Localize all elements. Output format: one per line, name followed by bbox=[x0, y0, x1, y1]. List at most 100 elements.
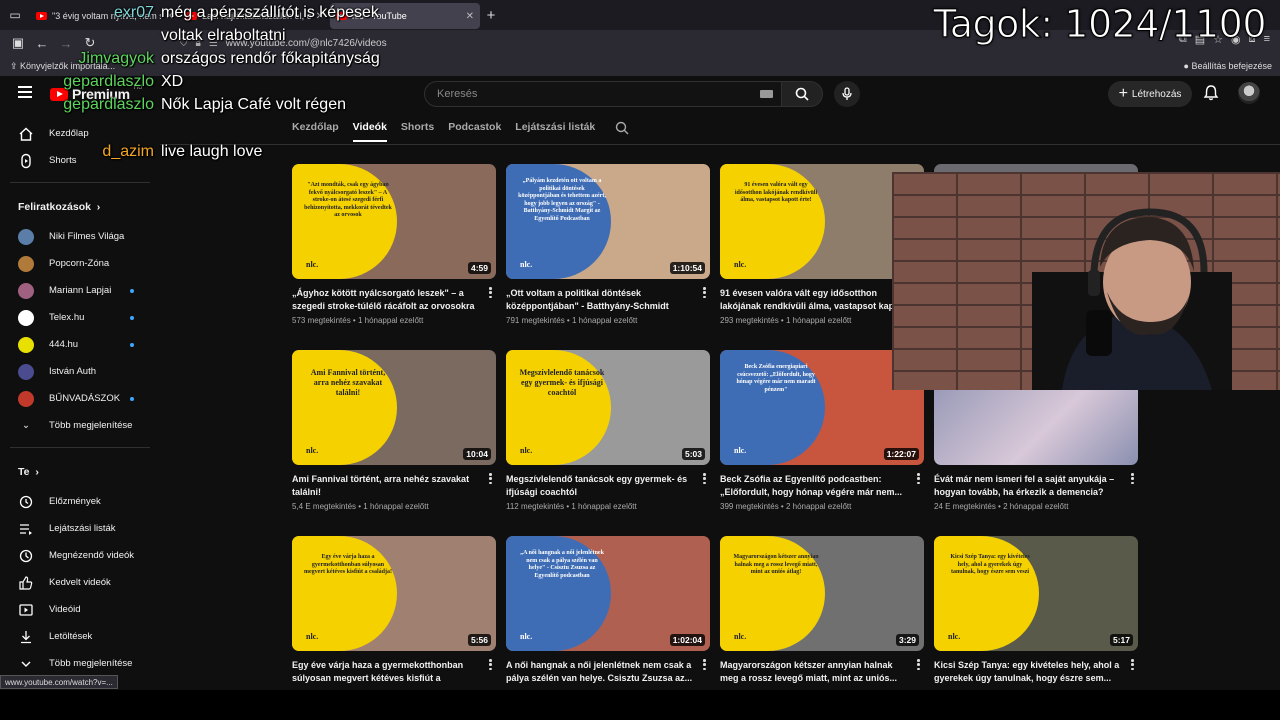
chat-username: Jimvagyok bbox=[78, 50, 154, 67]
sidebar-subscription-item[interactable]: Telex.hu bbox=[0, 304, 160, 331]
sidebar-subscription-item[interactable]: 444.hu bbox=[0, 331, 160, 358]
channel-tabs: Kezdőlap Videók Shorts Podcastok Lejátszási … bbox=[292, 121, 609, 142]
video-card[interactable]: „A női hangnak a női jelenlétnek nem csa… bbox=[506, 536, 710, 688]
sidebar-item-label: Több megjelenítése bbox=[49, 420, 133, 431]
account-avatar[interactable] bbox=[1238, 82, 1260, 104]
sidebar-item-label: Niki Filmes Világa bbox=[49, 231, 125, 242]
channel-tab[interactable]: Podcastok bbox=[448, 121, 501, 142]
notifications-bell-icon[interactable] bbox=[1202, 84, 1220, 102]
nlc-logo: nlc. bbox=[734, 260, 747, 269]
thumbnail-caption: 91 évesen valóra vált egy idősotthon lak… bbox=[734, 182, 818, 203]
video-title[interactable]: „Ott voltam a politikai döntések középpo… bbox=[506, 287, 694, 312]
video-thumbnail[interactable]: „A női hangnak a női jelenlétnek nem csa… bbox=[506, 536, 710, 651]
create-button[interactable]: + Létrehozás bbox=[1108, 81, 1192, 107]
more-options-icon[interactable] bbox=[703, 659, 706, 670]
upload-age: 2 hónappal ezelőtt bbox=[785, 502, 852, 511]
video-thumbnail[interactable]: Megszívlelendő tanácsok egy gyermek- és … bbox=[506, 350, 710, 465]
upload-age: 2 hónappal ezelőtt bbox=[1003, 502, 1069, 511]
video-card[interactable]: Megszívlelendő tanácsok egy gyermek- és … bbox=[506, 350, 710, 511]
thumbnail-caption: Megszívlelendő tanácsok egy gyermek- és … bbox=[519, 368, 605, 397]
sidebar-subscription-item[interactable]: BŰNVADÁSZOK bbox=[0, 385, 160, 412]
sidebar-subscription-item[interactable]: Popcorn-Zóna bbox=[0, 250, 160, 277]
channel-avatar bbox=[18, 309, 34, 326]
sidebar-item-label: István Auth bbox=[49, 366, 97, 377]
history-icon bbox=[18, 494, 34, 510]
video-duration: 5:03 bbox=[681, 448, 705, 460]
thumbnail-caption: Ami Fannival történt, arra nehéz szavaka… bbox=[310, 368, 386, 397]
more-options-icon[interactable] bbox=[703, 287, 706, 298]
channel-search-icon[interactable] bbox=[615, 121, 629, 135]
video-card[interactable]: "Azt mondták, csak egy ágyban fekvő nyál… bbox=[292, 164, 496, 325]
video-card[interactable]: Egy éve várja haza a gyermekotthonban sú… bbox=[292, 536, 496, 688]
chat-text: Nők Lapja Café volt régen bbox=[161, 96, 346, 113]
channel-tab[interactable]: Shorts bbox=[401, 121, 434, 142]
video-title[interactable]: „Ágyhoz kötött nyálcsorgató leszek" – a … bbox=[292, 287, 480, 312]
you-heading[interactable]: Te › bbox=[0, 456, 160, 488]
video-meta: 5,4 E megtekintés • 1 hónappal ezelőtt bbox=[292, 502, 496, 511]
channel-tab[interactable]: Kezdőlap bbox=[292, 121, 339, 142]
thumbnail-caption: "Azt mondták, csak egy ágyban fekvő nyál… bbox=[304, 182, 392, 218]
video-card[interactable]: Kicsi Szép Tanya: egy kivételes hely, ah… bbox=[934, 536, 1138, 688]
channel-tab[interactable]: Videók bbox=[352, 121, 387, 142]
like-icon bbox=[18, 575, 34, 591]
sidebar-item-playlists[interactable]: Lejátszási listák bbox=[0, 515, 160, 542]
playlists-icon bbox=[18, 521, 34, 537]
more-options-icon[interactable] bbox=[917, 659, 920, 670]
video-title[interactable]: Magyarországon kétszer annyian halnak me… bbox=[720, 659, 908, 684]
sidebar-item-chevron-down[interactable]: Több megjelenítése bbox=[0, 650, 160, 677]
status-bar-url: www.youtube.com/watch?v=... bbox=[0, 675, 118, 689]
search-button[interactable] bbox=[781, 81, 823, 107]
chat-username: gepardlaszlo bbox=[63, 96, 154, 113]
sidebar-subscription-item[interactable]: Niki Filmes Világa bbox=[0, 223, 160, 250]
video-title[interactable]: Egy éve várja haza a gyermekotthonban sú… bbox=[292, 659, 480, 684]
video-title[interactable]: 91 évesen valóra vált egy idősotthon lak… bbox=[720, 287, 908, 312]
sidebar-item-your-videos[interactable]: Videóid bbox=[0, 596, 160, 623]
keyboard-icon[interactable] bbox=[760, 90, 773, 98]
create-label: Létrehozás bbox=[1131, 88, 1182, 100]
video-title[interactable]: Megszívlelendő tanácsok egy gyermek- és … bbox=[506, 473, 694, 498]
more-options-icon[interactable] bbox=[703, 473, 706, 484]
more-options-icon[interactable] bbox=[489, 287, 492, 298]
more-options-icon[interactable] bbox=[917, 473, 920, 484]
more-options-icon[interactable] bbox=[1131, 473, 1134, 484]
more-options-icon[interactable] bbox=[1131, 659, 1134, 670]
upload-age: 1 hónappal ezelőtt bbox=[571, 502, 637, 511]
channel-tab[interactable]: Lejátszási listák bbox=[515, 121, 595, 142]
sidebar-item-history[interactable]: Előzmények bbox=[0, 488, 160, 515]
video-card[interactable]: Magyarországon kétszer annyian halnak me… bbox=[720, 536, 924, 688]
sidebar-item-label: BŰNVADÁSZOK bbox=[49, 393, 121, 404]
video-card[interactable]: „Pályám kezdetén ott voltam a politikai … bbox=[506, 164, 710, 325]
video-thumbnail[interactable]: Kicsi Szép Tanya: egy kivételes hely, ah… bbox=[934, 536, 1138, 651]
sidebar-subscription-item[interactable]: István Auth bbox=[0, 358, 160, 385]
sidebar-item-downloads[interactable]: Letöltések bbox=[0, 623, 160, 650]
channel-avatar bbox=[18, 282, 34, 299]
video-title[interactable]: A női hangnak a női jelenlétnek nem csak… bbox=[506, 659, 694, 684]
sidebar-item-label: Videóid bbox=[49, 604, 81, 615]
more-options-icon[interactable] bbox=[489, 659, 492, 670]
sidebar-item-like[interactable]: Kedvelt videók bbox=[0, 569, 160, 596]
meta-separator: • bbox=[350, 316, 358, 325]
video-duration: 1:22:07 bbox=[883, 448, 919, 460]
thumbnail-caption: „Pályám kezdetén ott voltam a politikai … bbox=[518, 178, 606, 222]
sidebar-subscription-item[interactable]: Mariann Lapjai bbox=[0, 277, 160, 304]
video-thumbnail[interactable]: Egy éve várja haza a gyermekotthonban sú… bbox=[292, 536, 496, 651]
video-title[interactable]: Kicsi Szép Tanya: egy kivételes hely, ah… bbox=[934, 659, 1122, 684]
video-title[interactable]: Évát már nem ismeri fel a saját anyukája… bbox=[934, 473, 1122, 498]
video-thumbnail[interactable]: Ami Fannival történt, arra nehéz szavaka… bbox=[292, 350, 496, 465]
view-count: 112 megtekintés bbox=[506, 502, 565, 511]
video-card[interactable]: Ami Fannival történt, arra nehéz szavaka… bbox=[292, 350, 496, 511]
video-meta: 573 megtekintés • 1 hónappal ezelőtt bbox=[292, 316, 496, 325]
sidebar-show-more[interactable]: ⌄ Több megjelenítése bbox=[0, 412, 160, 439]
video-thumbnail[interactable]: Magyarországon kétszer annyian halnak me… bbox=[720, 536, 924, 651]
video-thumbnail[interactable]: „Pályám kezdetén ott voltam a politikai … bbox=[506, 164, 710, 279]
video-title[interactable]: Ami Fannival történt, arra nehéz szavaka… bbox=[292, 473, 480, 498]
search-icon bbox=[795, 87, 809, 101]
more-options-icon[interactable] bbox=[489, 473, 492, 484]
meta-separator: • bbox=[995, 502, 1004, 511]
video-thumbnail[interactable]: "Azt mondták, csak egy ágyban fekvő nyál… bbox=[292, 164, 496, 279]
subscriptions-heading[interactable]: Feliratkozások › bbox=[0, 191, 160, 223]
sidebar-item-watch-later[interactable]: Megnézendő videók bbox=[0, 542, 160, 569]
voice-search-button[interactable] bbox=[834, 81, 860, 107]
finish-setup-link[interactable]: ● Beállítás befejezése bbox=[1184, 61, 1273, 71]
video-title[interactable]: Beck Zsófia az Egyenlítő podcastben: „El… bbox=[720, 473, 908, 498]
